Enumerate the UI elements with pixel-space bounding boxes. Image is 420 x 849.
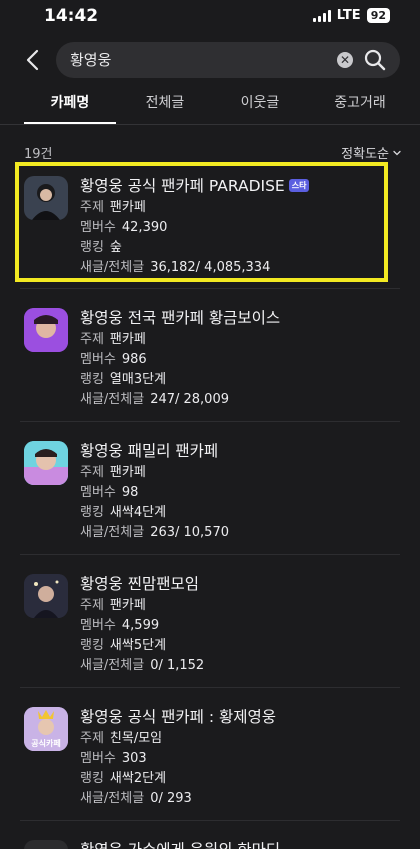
cafe-title: 황영웅 패밀리 팬카페 (80, 442, 219, 460)
status-bar: 14:42 LTE 92 (0, 0, 420, 34)
search-bar: ✕ (0, 40, 420, 80)
cafe-avatar (24, 574, 68, 618)
cafe-list-item[interactable]: 황영웅 전국 팬카페 황금보이스 주제 팬카페 멤버수 986 랭킹 열매3단계 새글… (0, 296, 420, 426)
sort-dropdown[interactable]: 정확도순 (341, 143, 402, 162)
tab-all-posts[interactable]: 전체글 (120, 92, 210, 124)
cafe-topic: 주제 친목/모임 (80, 731, 163, 746)
cafe-avatar (24, 441, 68, 485)
cafe-avatar: 공식카페 (24, 707, 68, 751)
search-field: ✕ (56, 42, 400, 78)
cafe-title: 황영웅 전국 팬카페 황금보이스 (80, 309, 281, 327)
cafe-members: 멤버수 98 (80, 485, 139, 500)
divider (20, 687, 400, 688)
tab-cafe-name[interactable]: 카페명 (24, 92, 116, 124)
divider (20, 554, 400, 555)
back-button[interactable] (20, 45, 48, 75)
avatar-caption: 공식카페 (31, 739, 61, 748)
result-tabs: 카페명 전체글 이웃글 중고거래 (0, 84, 420, 125)
cafe-members: 멤버수 4,599 (80, 618, 160, 633)
tab-used-trade[interactable]: 중고거래 (310, 92, 410, 124)
cafe-avatar (24, 840, 68, 849)
active-tab-indicator (24, 122, 116, 124)
cafe-rank: 랭킹 새싹4단계 (80, 505, 167, 520)
divider (20, 820, 400, 821)
cafe-topic: 주제 팬카페 (80, 332, 146, 347)
cafe-posts: 새글/전체글 247/ 28,009 (80, 392, 229, 407)
cafe-topic: 주제 팬카페 (80, 465, 146, 480)
search-button[interactable] (363, 48, 387, 72)
status-time: 14:42 (44, 6, 99, 26)
cafe-list-item[interactable]: 황영웅 찐맘팬모임 주제 팬카페 멤버수 4,599 랭킹 새싹5단계 새글/전체글 0… (0, 562, 420, 692)
search-input[interactable] (70, 42, 320, 78)
cafe-posts: 새글/전체글 263/ 10,570 (80, 525, 229, 540)
clear-search-button[interactable]: ✕ (337, 52, 353, 68)
cafe-posts: 새글/전체글 0/ 293 (80, 791, 192, 806)
status-indicators: LTE 92 (312, 8, 390, 23)
cafe-rank: 랭킹 새싹5단계 (80, 638, 167, 653)
battery-icon: 92 (366, 8, 390, 23)
cafe-list-item[interactable]: 황영웅 가수에게 응원의 한마디 (0, 828, 420, 849)
highlight-box (15, 162, 388, 282)
cafe-list-item[interactable]: 공식카페 황영웅 공식 팬카페 : 황제영웅 주제 친목/모임 멤버수 303 랭킹… (0, 695, 420, 825)
cafe-avatar (24, 308, 68, 352)
cafe-title: 황영웅 가수에게 응원의 한마디 (80, 838, 280, 849)
cafe-rank: 랭킹 새싹2단계 (80, 771, 167, 786)
cafe-topic: 주제 팬카페 (80, 598, 146, 613)
chevron-down-icon (393, 150, 401, 155)
network-label: LTE (336, 8, 361, 23)
cafe-rank: 랭킹 열매3단계 (80, 372, 167, 387)
cafe-members: 멤버수 303 (80, 751, 147, 766)
cafe-title: 황영웅 찐맘팬모임 (80, 575, 200, 593)
sort-label: 정확도순 (341, 147, 389, 162)
divider (20, 288, 400, 289)
tab-neighbor-posts[interactable]: 이웃글 (215, 92, 305, 124)
cafe-list-item[interactable]: 황영웅 패밀리 팬카페 주제 팬카페 멤버수 98 랭킹 새싹4단계 새글/전체글 26… (0, 429, 420, 559)
divider (20, 421, 400, 422)
cafe-posts: 새글/전체글 0/ 1,152 (80, 658, 205, 673)
search-icon (364, 49, 386, 71)
signal-icon (312, 9, 331, 22)
chevron-left-icon (26, 49, 39, 71)
result-count: 19건 (24, 147, 53, 162)
cafe-title: 황영웅 공식 팬카페 : 황제영웅 (80, 708, 277, 726)
cafe-members: 멤버수 986 (80, 352, 147, 367)
